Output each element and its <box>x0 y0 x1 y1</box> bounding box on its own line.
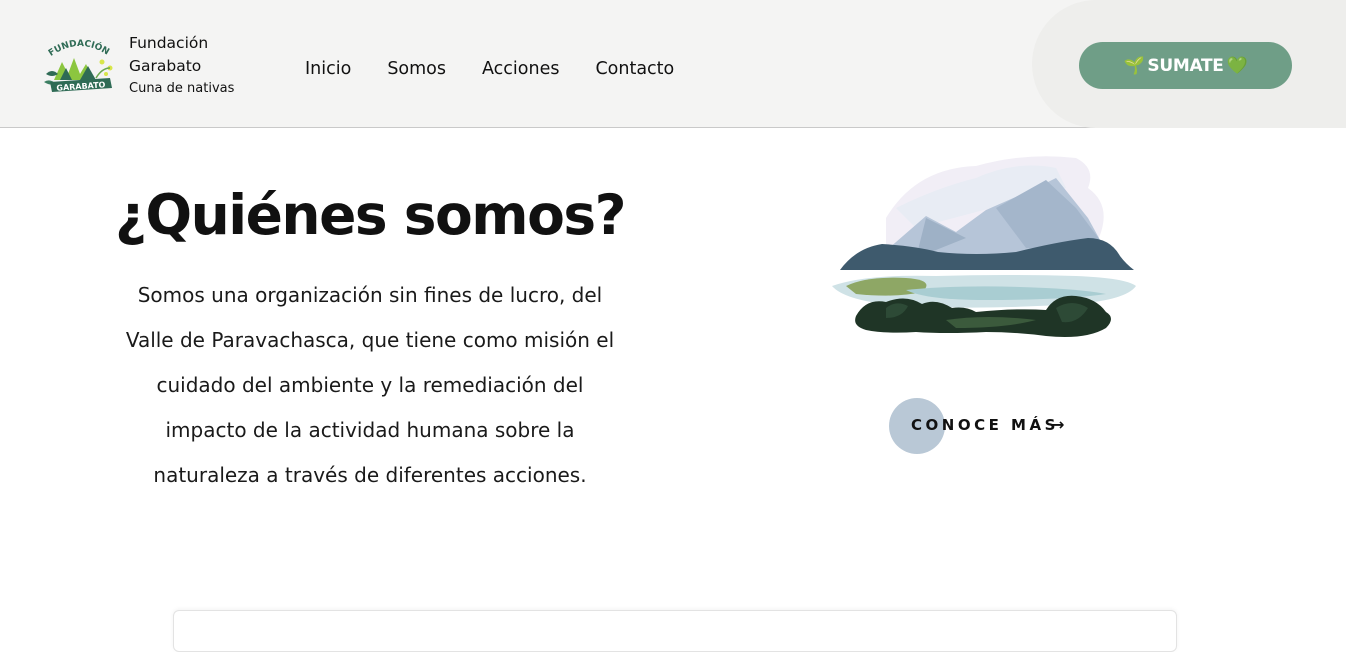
content-card <box>173 610 1177 652</box>
nav-item-somos[interactable]: Somos <box>387 59 446 79</box>
nav-item-acciones[interactable]: Acciones <box>482 59 559 79</box>
page-title: ¿Quiénes somos? <box>114 183 627 247</box>
logo-arc-text: FUNDACIÓN <box>47 39 111 59</box>
sumate-label: SUMATE <box>1147 55 1224 76</box>
green-heart-icon: 💚 <box>1226 55 1248 76</box>
nav-item-inicio[interactable]: Inicio <box>305 59 351 79</box>
brand-tagline: Cuna de nativas <box>129 81 235 96</box>
main-nav: Inicio Somos Acciones Contacto <box>305 56 710 82</box>
intro-paragraph: Somos una organización sin fines de lucr… <box>112 273 628 498</box>
intro-line: impacto de la actividad humana sobre la <box>165 418 575 442</box>
intro-line: Somos una organización sin fines de lucr… <box>137 283 603 307</box>
brand-line-1: Fundación <box>129 34 209 52</box>
intro-line: cuidado del ambiente y la remediación de… <box>156 373 584 397</box>
sumate-button[interactable]: 🌱 SUMATE 💚 <box>1079 42 1292 89</box>
intro-line: Valle de Paravachasca, que tiene como mi… <box>125 328 615 352</box>
nav-item-contacto[interactable]: Contacto <box>595 59 674 79</box>
site-header: FUNDACIÓN GARABATO Fundación Garabato Cu… <box>0 0 1346 128</box>
conoce-mas-label: CONOCE MÁS <box>911 416 1059 434</box>
fundacion-garabato-logo[interactable]: FUNDACIÓN GARABATO <box>40 34 120 96</box>
mountain-lake-illustration <box>832 156 1136 337</box>
conoce-mas-link[interactable]: CONOCE MÁS → <box>889 398 1089 454</box>
intro-line: naturaleza a través de diferentes accion… <box>153 463 587 487</box>
brand-line-2: Garabato <box>129 57 202 75</box>
brand-name[interactable]: Fundación Garabato Cuna de nativas <box>129 32 269 100</box>
sprout-icon: 🌱 <box>1123 55 1145 76</box>
arrow-right-icon: → <box>1051 415 1065 434</box>
